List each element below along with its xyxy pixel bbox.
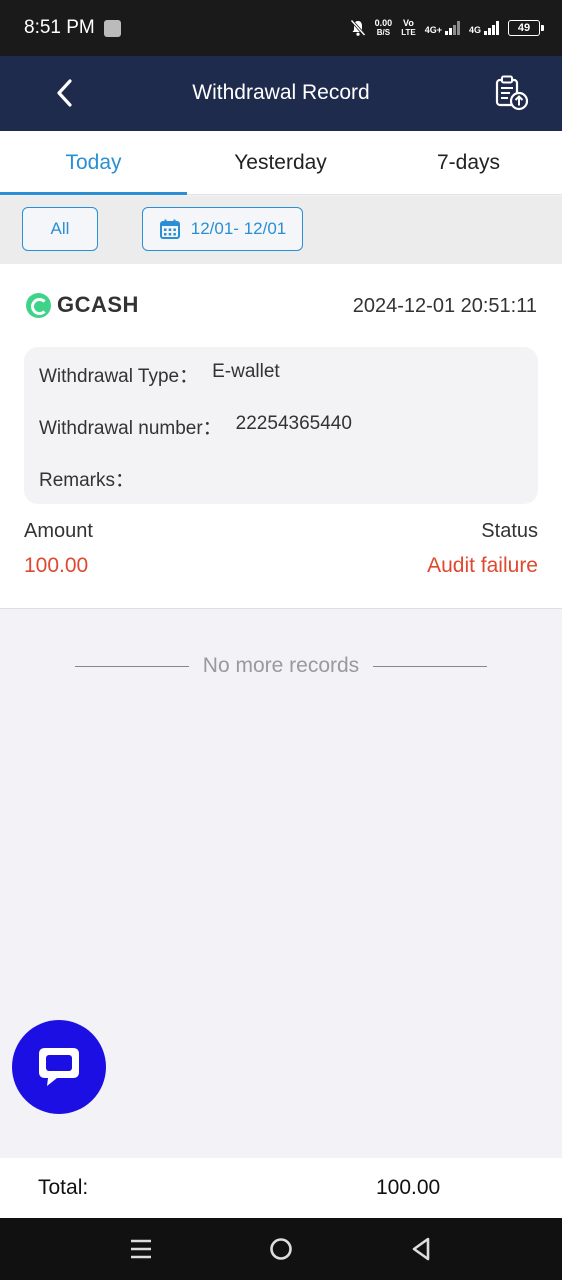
app-header: Withdrawal Record [0, 56, 562, 131]
no-more-records-text: No more records [202, 654, 360, 677]
active-tab-indicator [0, 192, 187, 195]
gallery-notification-icon [104, 20, 121, 37]
withdrawal-record-card[interactable]: GCASH 2024-12-01 20:51:11 Withdrawal Typ… [0, 264, 562, 609]
volte-top: Vo [403, 18, 414, 28]
record-details: Withdrawal Type： E-wallet Withdrawal num… [24, 347, 538, 504]
total-label: Total: [38, 1176, 89, 1199]
menu-icon [131, 1239, 151, 1259]
record-datetime: 2024-12-01 20:51:11 [352, 295, 537, 317]
tab-yesterday[interactable]: Yesterday [187, 131, 374, 195]
clipboard-upload-icon [495, 75, 529, 111]
clipboard-upload-button[interactable] [490, 72, 534, 116]
date-tabs: Today Yesterday 7-days [0, 131, 562, 195]
withdrawal-number-value: 22254365440 [235, 413, 352, 434]
gcash-logo-icon [26, 292, 51, 318]
signal-bars-icon [444, 21, 460, 35]
filter-all-button[interactable]: All [22, 207, 98, 251]
battery-icon: 49 [508, 20, 544, 36]
list-end-indicator: No more records [0, 650, 562, 682]
signal-sim1: 4G+ [425, 21, 460, 35]
date-range-label: 12/01- 12/01 [190, 219, 287, 238]
volte-bottom: LTE [401, 28, 416, 37]
provider: GCASH [26, 292, 139, 318]
home-button[interactable] [264, 1232, 298, 1266]
network-speed: 0.00 B/S [375, 18, 393, 38]
total-bar: Total: 100.00 [0, 1158, 562, 1218]
speed-value: 0.00 [374, 18, 393, 28]
amount-value: 100.00 [24, 554, 89, 577]
filter-all-label: All [50, 219, 70, 238]
status-bar: 8:51 PM 0.00 B/S Vo LTE 4G+ 4G 49 [0, 0, 562, 56]
recent-apps-button[interactable] [124, 1232, 158, 1266]
divider [373, 665, 488, 667]
network-type-2: 4G [468, 25, 481, 35]
signal-bars-icon [484, 21, 499, 35]
speed-unit: B/S [376, 28, 391, 37]
back-nav-button[interactable] [404, 1232, 438, 1266]
withdrawal-type-label: Withdrawal Type： [39, 366, 199, 387]
triangle-back-icon [412, 1237, 430, 1261]
withdrawal-type-value: E-wallet [212, 361, 280, 382]
remarks-label: Remarks： [39, 470, 135, 491]
live-chat-button[interactable] [12, 1020, 106, 1114]
remarks-row: Remarks： [39, 465, 148, 492]
status-label: Status [481, 520, 538, 542]
date-range-button[interactable]: 12/01- 12/01 [142, 207, 303, 251]
status-value: Audit failure [427, 554, 538, 577]
battery-level: 49 [517, 22, 531, 34]
total-value: 100.00 [376, 1176, 441, 1199]
volte-indicator: Vo LTE [401, 18, 416, 38]
status-indicators: 0.00 B/S Vo LTE 4G+ 4G 49 [350, 14, 544, 42]
system-navigation-bar [0, 1218, 562, 1280]
filter-bar: All 12/01- 12/01 [0, 196, 562, 264]
chat-bubble-icon [39, 1048, 79, 1086]
withdrawal-type-row: Withdrawal Type： E-wallet [39, 361, 280, 388]
calendar-icon [159, 219, 180, 239]
withdrawal-number-label: Withdrawal number： [39, 418, 222, 439]
page-title: Withdrawal Record [192, 81, 370, 104]
network-type-1: 4G+ [424, 25, 442, 35]
notifications-muted-icon [350, 19, 366, 37]
divider [74, 665, 189, 667]
withdrawal-number-row: Withdrawal number： 22254365440 [39, 413, 352, 440]
signal-sim2: 4G [469, 21, 499, 35]
provider-name: GCASH [57, 292, 139, 317]
tab-today[interactable]: Today [0, 131, 187, 195]
home-circle-icon [270, 1238, 292, 1260]
amount-label: Amount [24, 520, 93, 542]
status-time: 8:51 PM [24, 17, 95, 38]
tab-7-days[interactable]: 7-days [375, 131, 562, 195]
